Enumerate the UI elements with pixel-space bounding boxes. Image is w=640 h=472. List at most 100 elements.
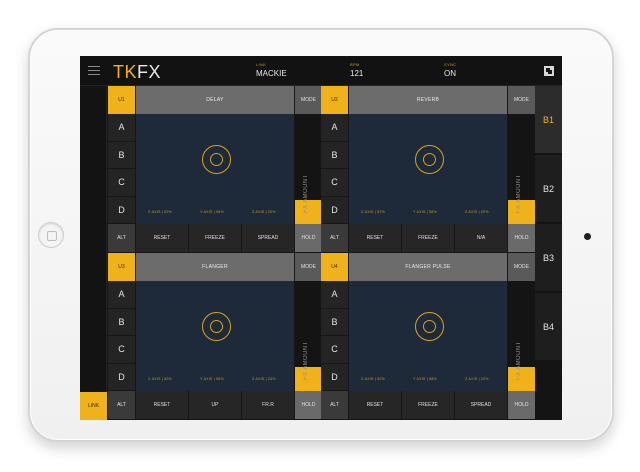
fx-amount-label: FX AMOUNT: [516, 174, 522, 214]
fx-amount-slider[interactable]: FX AMOUNT: [508, 281, 535, 391]
x-axis-readout: X AXIS | 52%: [361, 377, 385, 381]
up-button[interactable]: UP: [189, 391, 241, 419]
unit-button-row: ALT RESET FREEZE SPREAD HOLD: [321, 391, 535, 419]
unit-header: U1 DELAY MODE: [108, 86, 322, 114]
alt-button[interactable]: ALT: [108, 391, 135, 419]
bank-column: B1 B2 B3 B4: [535, 86, 562, 420]
unit-effect-name[interactable]: FLANGER: [136, 253, 294, 281]
unit-badge[interactable]: U1: [108, 86, 135, 114]
alt-button[interactable]: ALT: [321, 224, 348, 252]
fx-unit-1: U1 DELAY MODE A B C D X AXIS | 52% Y AXI…: [108, 86, 322, 252]
reset-button[interactable]: RESET: [349, 224, 401, 252]
bpm-value: 121: [350, 69, 364, 78]
xy-pad[interactable]: X AXIS | 52% Y AXIS | 58% Z AXIS | 23%: [349, 281, 507, 391]
bank-button-b1[interactable]: B1: [535, 86, 562, 154]
letter-column: A B C D: [108, 281, 135, 391]
x-axis-readout: X AXIS | 52%: [148, 377, 172, 381]
unit-button-row: ALT RESET FREEZE N/A HOLD: [321, 224, 535, 252]
hamburger-menu-icon[interactable]: [88, 66, 100, 76]
unit-badge[interactable]: U4: [321, 253, 348, 281]
freeze-button[interactable]: FREEZE: [189, 224, 241, 252]
letter-button-b[interactable]: B: [108, 308, 135, 336]
spread-button[interactable]: SPREAD: [455, 391, 507, 419]
xy-cursor-inner-ring: [423, 320, 436, 333]
hold-button[interactable]: HOLD: [508, 391, 535, 419]
letter-button-a[interactable]: A: [108, 281, 135, 309]
letter-button-c[interactable]: C: [108, 336, 135, 364]
logo-tk: TK: [113, 62, 138, 82]
alt-button[interactable]: ALT: [108, 224, 135, 252]
hold-button[interactable]: HOLD: [295, 224, 322, 252]
reset-button[interactable]: RESET: [136, 224, 188, 252]
mode-button[interactable]: MODE: [508, 86, 535, 114]
unit-badge[interactable]: U2: [321, 86, 348, 114]
hold-button[interactable]: HOLD: [295, 391, 322, 419]
fx-amount-slider[interactable]: FX AMOUNT: [508, 114, 535, 224]
xy-pad[interactable]: X AXIS | 52% Y AXIS | 58% Z AXIS | 20%: [136, 114, 294, 224]
link-status-value: MACKIE: [256, 69, 287, 78]
bank-button-b4[interactable]: B4: [535, 293, 562, 361]
left-column: [80, 86, 107, 392]
letter-button-b[interactable]: B: [108, 141, 135, 169]
fx-amount-slider[interactable]: FX AMOUNT: [295, 281, 322, 391]
bank-button-b3[interactable]: B3: [535, 224, 562, 292]
z-axis-readout: Z AXIS | 20%: [252, 210, 276, 214]
spread-button[interactable]: SPREAD: [242, 224, 294, 252]
mode-button[interactable]: MODE: [508, 253, 535, 281]
fx-amount-label: FX AMOUNT: [303, 341, 309, 381]
letter-button-d[interactable]: D: [321, 363, 348, 391]
freeze-button[interactable]: FREEZE: [402, 224, 454, 252]
letter-button-b[interactable]: B: [321, 308, 348, 336]
app-logo: TKFX: [113, 62, 161, 83]
unit-header: U3 FLANGER MODE: [108, 253, 322, 281]
hold-button[interactable]: HOLD: [508, 224, 535, 252]
fx-amount-slider[interactable]: FX AMOUNT: [295, 114, 322, 224]
letter-button-d[interactable]: D: [108, 363, 135, 391]
fx-amount-label: FX AMOUNT: [516, 341, 522, 381]
y-axis-readout: Y AXIS | 58%: [200, 210, 224, 214]
unit-badge[interactable]: U3: [108, 253, 135, 281]
xy-cursor-ring[interactable]: [415, 145, 444, 174]
sync-status[interactable]: SYNC ON: [444, 62, 456, 78]
letter-button-a[interactable]: A: [108, 114, 135, 142]
fullscreen-icon[interactable]: [544, 66, 554, 76]
xy-cursor-ring[interactable]: [415, 312, 444, 341]
z-axis-readout: Z AXIS | 23%: [465, 377, 489, 381]
link-button[interactable]: LINK: [80, 392, 107, 420]
reset-button[interactable]: RESET: [136, 391, 188, 419]
letter-button-a[interactable]: A: [321, 281, 348, 309]
letter-button-c[interactable]: C: [321, 336, 348, 364]
fx-unit-2: U2 REVERB MODE A B C D X AXIS | 52% Y AX…: [321, 86, 535, 252]
reset-button[interactable]: RESET: [349, 391, 401, 419]
frr-button[interactable]: FR.R: [242, 391, 294, 419]
top-bar: TKFX LINK MACKIE BPM 121 SYNC ON: [80, 56, 562, 86]
bpm-label: BPM: [350, 62, 360, 67]
na-button[interactable]: N/A: [455, 224, 507, 252]
letter-button-a[interactable]: A: [321, 114, 348, 142]
bpm-status[interactable]: BPM 121: [350, 62, 363, 78]
mode-button[interactable]: MODE: [295, 253, 322, 281]
unit-effect-name[interactable]: DELAY: [136, 86, 294, 114]
xy-pad[interactable]: X AXIS | 52% Y AXIS | 58% Z AXIS | 23%: [136, 281, 294, 391]
link-status[interactable]: LINK MACKIE: [256, 62, 287, 78]
xy-pad[interactable]: X AXIS | 52% Y AXIS | 58% Z AXIS | 20%: [349, 114, 507, 224]
logo-fx: FX: [137, 62, 162, 82]
x-axis-readout: X AXIS | 52%: [361, 210, 385, 214]
letter-button-d[interactable]: D: [321, 196, 348, 224]
letter-button-b[interactable]: B: [321, 141, 348, 169]
app-screen: TKFX LINK MACKIE BPM 121 SYNC ON LINK U1…: [80, 56, 562, 420]
z-axis-readout: Z AXIS | 20%: [465, 210, 489, 214]
unit-effect-name[interactable]: FLANGER PULSE: [349, 253, 507, 281]
letter-button-d[interactable]: D: [108, 196, 135, 224]
alt-button[interactable]: ALT: [321, 391, 348, 419]
bank-button-b2[interactable]: B2: [535, 155, 562, 223]
link-status-label: LINK: [256, 62, 267, 67]
xy-cursor-ring[interactable]: [202, 312, 231, 341]
letter-button-c[interactable]: C: [108, 169, 135, 197]
unit-effect-name[interactable]: REVERB: [349, 86, 507, 114]
letter-button-c[interactable]: C: [321, 169, 348, 197]
home-button[interactable]: [38, 222, 64, 248]
mode-button[interactable]: MODE: [295, 86, 322, 114]
freeze-button[interactable]: FREEZE: [402, 391, 454, 419]
xy-cursor-ring[interactable]: [202, 145, 231, 174]
